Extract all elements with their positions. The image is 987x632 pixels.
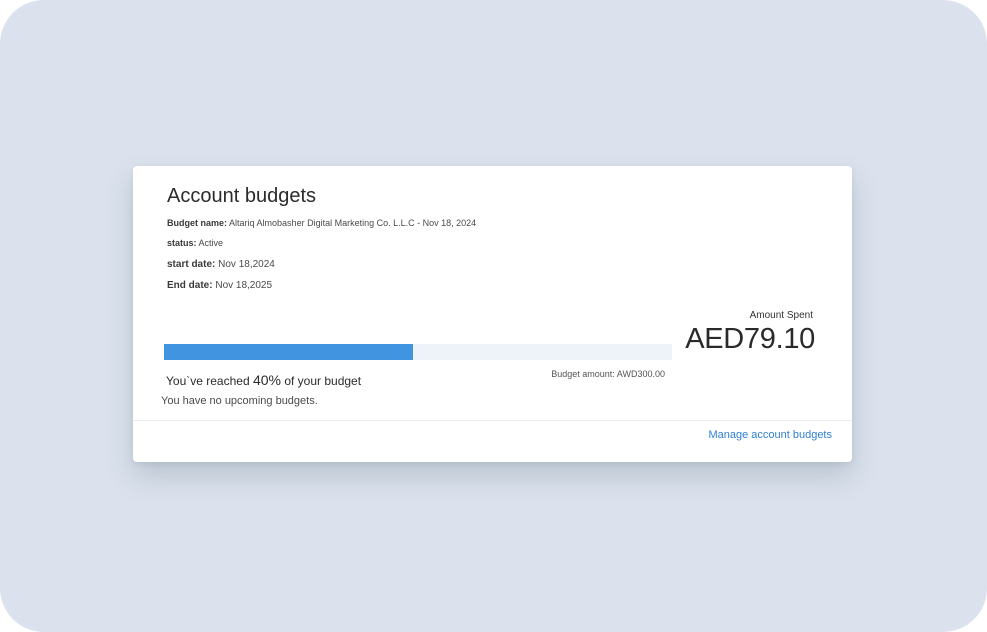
start-date-label: start date: (167, 259, 216, 270)
budget-name-row: Budget name: Altariq Almobasher Digital … (167, 218, 476, 228)
budget-name-label: Budget name: (167, 218, 228, 228)
end-date-label: End date: (167, 280, 213, 291)
end-date-row: End date: Nov 18,2025 (167, 280, 272, 291)
budget-progress-fill (164, 344, 413, 360)
reached-percent: 40% (252, 372, 281, 388)
reached-suffix: of your budget (284, 374, 362, 388)
account-budgets-card: Account budgets Budget name: Altariq Alm… (133, 166, 852, 462)
budget-amount: Budget amount: AWD300.00 (551, 369, 665, 379)
budget-reached-text: You`ve reached 40% of your budget (166, 372, 361, 388)
budget-name-value: Altariq Almobasher Digital Marketing Co.… (229, 218, 477, 228)
upcoming-budgets-text: You have no upcoming budgets. (161, 395, 318, 407)
status-value: Active (198, 238, 224, 248)
status-row: status: Active (167, 238, 223, 248)
reached-prefix: You`ve reached (166, 374, 250, 388)
end-date-value: Nov 18,2025 (215, 280, 273, 291)
card-footer-divider (133, 420, 852, 421)
start-date-value: Nov 18,2024 (218, 259, 275, 270)
card-title: Account budgets (167, 185, 316, 207)
start-date-row: start date: Nov 18,2024 (167, 259, 275, 270)
status-label: status: (167, 238, 197, 248)
manage-account-budgets-link[interactable]: Manage account budgets (708, 429, 832, 441)
amount-spent-label: Amount Spent (749, 310, 813, 321)
budget-progress-bar (164, 344, 672, 360)
amount-spent-value: AED79.10 (685, 323, 815, 355)
